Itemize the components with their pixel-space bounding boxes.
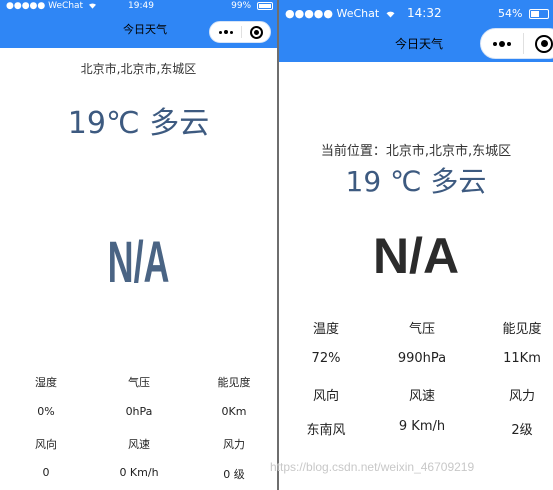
visibility-label: 能见度 bbox=[502, 322, 542, 337]
temperature-value: 72% bbox=[311, 351, 341, 366]
visibility-value: 0Km bbox=[221, 405, 247, 418]
clock: 14:32 bbox=[407, 6, 442, 20]
pressure-value: 0hPa bbox=[125, 405, 153, 418]
temperature-weather: 19℃ 多云 bbox=[67, 106, 210, 141]
wind-direction-value: 0 bbox=[42, 466, 50, 479]
nav-bar: 今日天气 bbox=[0, 12, 277, 48]
wind-speed-value: 0 Km/h bbox=[119, 466, 159, 479]
visibility-value: 11Km bbox=[503, 351, 541, 366]
wind-speed-value: 9 Km/h bbox=[398, 419, 446, 434]
location-text: 北京市,北京市,东城区 bbox=[80, 62, 197, 76]
wind-power-value: 2级 bbox=[511, 423, 533, 438]
wind-speed-label: 风速 bbox=[128, 438, 150, 451]
watermark: https://blog.csdn.net/weixin_46709219 bbox=[270, 460, 475, 474]
pressure-label: 气压 bbox=[408, 322, 435, 337]
location-text: 当前位置：北京市,北京市,东城区 bbox=[320, 144, 512, 159]
close-mini-program-icon[interactable] bbox=[524, 29, 553, 58]
humidity-value: 0% bbox=[37, 405, 55, 418]
temperature-weather: 19 ℃ 多云 bbox=[345, 165, 487, 198]
status-bar: ●●●●● WeChat 19:49 99% bbox=[0, 0, 277, 12]
wind-speed-label: 风速 bbox=[408, 389, 435, 404]
phone-screen-left: ●●●●● WeChat 19:49 99% 今日天气 北京市,北京市,东城区 … bbox=[0, 0, 277, 490]
visibility-label: 能见度 bbox=[217, 376, 251, 389]
wind-power-label: 风力 bbox=[223, 438, 245, 451]
more-menu-icon[interactable] bbox=[210, 22, 241, 42]
weather-icon: N/A bbox=[0, 218, 277, 295]
nav-bar: 今日天气 bbox=[279, 27, 553, 62]
weather-icon: N/A bbox=[279, 228, 553, 284]
wind-direction-value: 东南风 bbox=[306, 423, 346, 438]
pressure-value: 990hPa bbox=[397, 351, 447, 366]
weather-icon-na: N/A bbox=[373, 228, 459, 284]
mini-program-capsule bbox=[480, 28, 553, 59]
svg-text:N/A: N/A bbox=[108, 230, 170, 286]
status-bar: ●●●●● WeChat 14:32 54% bbox=[279, 0, 553, 27]
humidity-label: 湿度 bbox=[35, 376, 57, 389]
carrier-label: ●●●●● WeChat bbox=[6, 0, 97, 12]
battery-indicator: 54% bbox=[498, 0, 549, 27]
phone-screen-right: ●●●●● WeChat 14:32 54% 今日天气 当前位置：北京市,北京市… bbox=[279, 0, 553, 490]
wifi-icon bbox=[386, 11, 395, 18]
wind-direction-label: 风向 bbox=[35, 438, 57, 451]
battery-icon bbox=[257, 1, 273, 10]
battery-indicator: 99% bbox=[231, 0, 273, 12]
wind-power-value: 0 级 bbox=[223, 468, 245, 481]
wind-direction-label: 风向 bbox=[312, 389, 339, 404]
carrier-label: ●●●●● WeChat bbox=[285, 0, 396, 27]
wifi-icon bbox=[88, 3, 96, 9]
weather-icon-na: N/A bbox=[108, 230, 170, 295]
battery-icon bbox=[529, 9, 549, 19]
wind-power-label: 风力 bbox=[508, 389, 535, 404]
clock: 19:49 bbox=[128, 1, 154, 11]
close-mini-program-icon[interactable] bbox=[242, 22, 271, 42]
svg-text:N/A: N/A bbox=[373, 230, 459, 278]
pressure-label: 气压 bbox=[128, 376, 150, 389]
mini-program-capsule bbox=[209, 21, 271, 43]
more-menu-icon[interactable] bbox=[481, 29, 523, 58]
temperature-label: 温度 bbox=[312, 322, 339, 337]
